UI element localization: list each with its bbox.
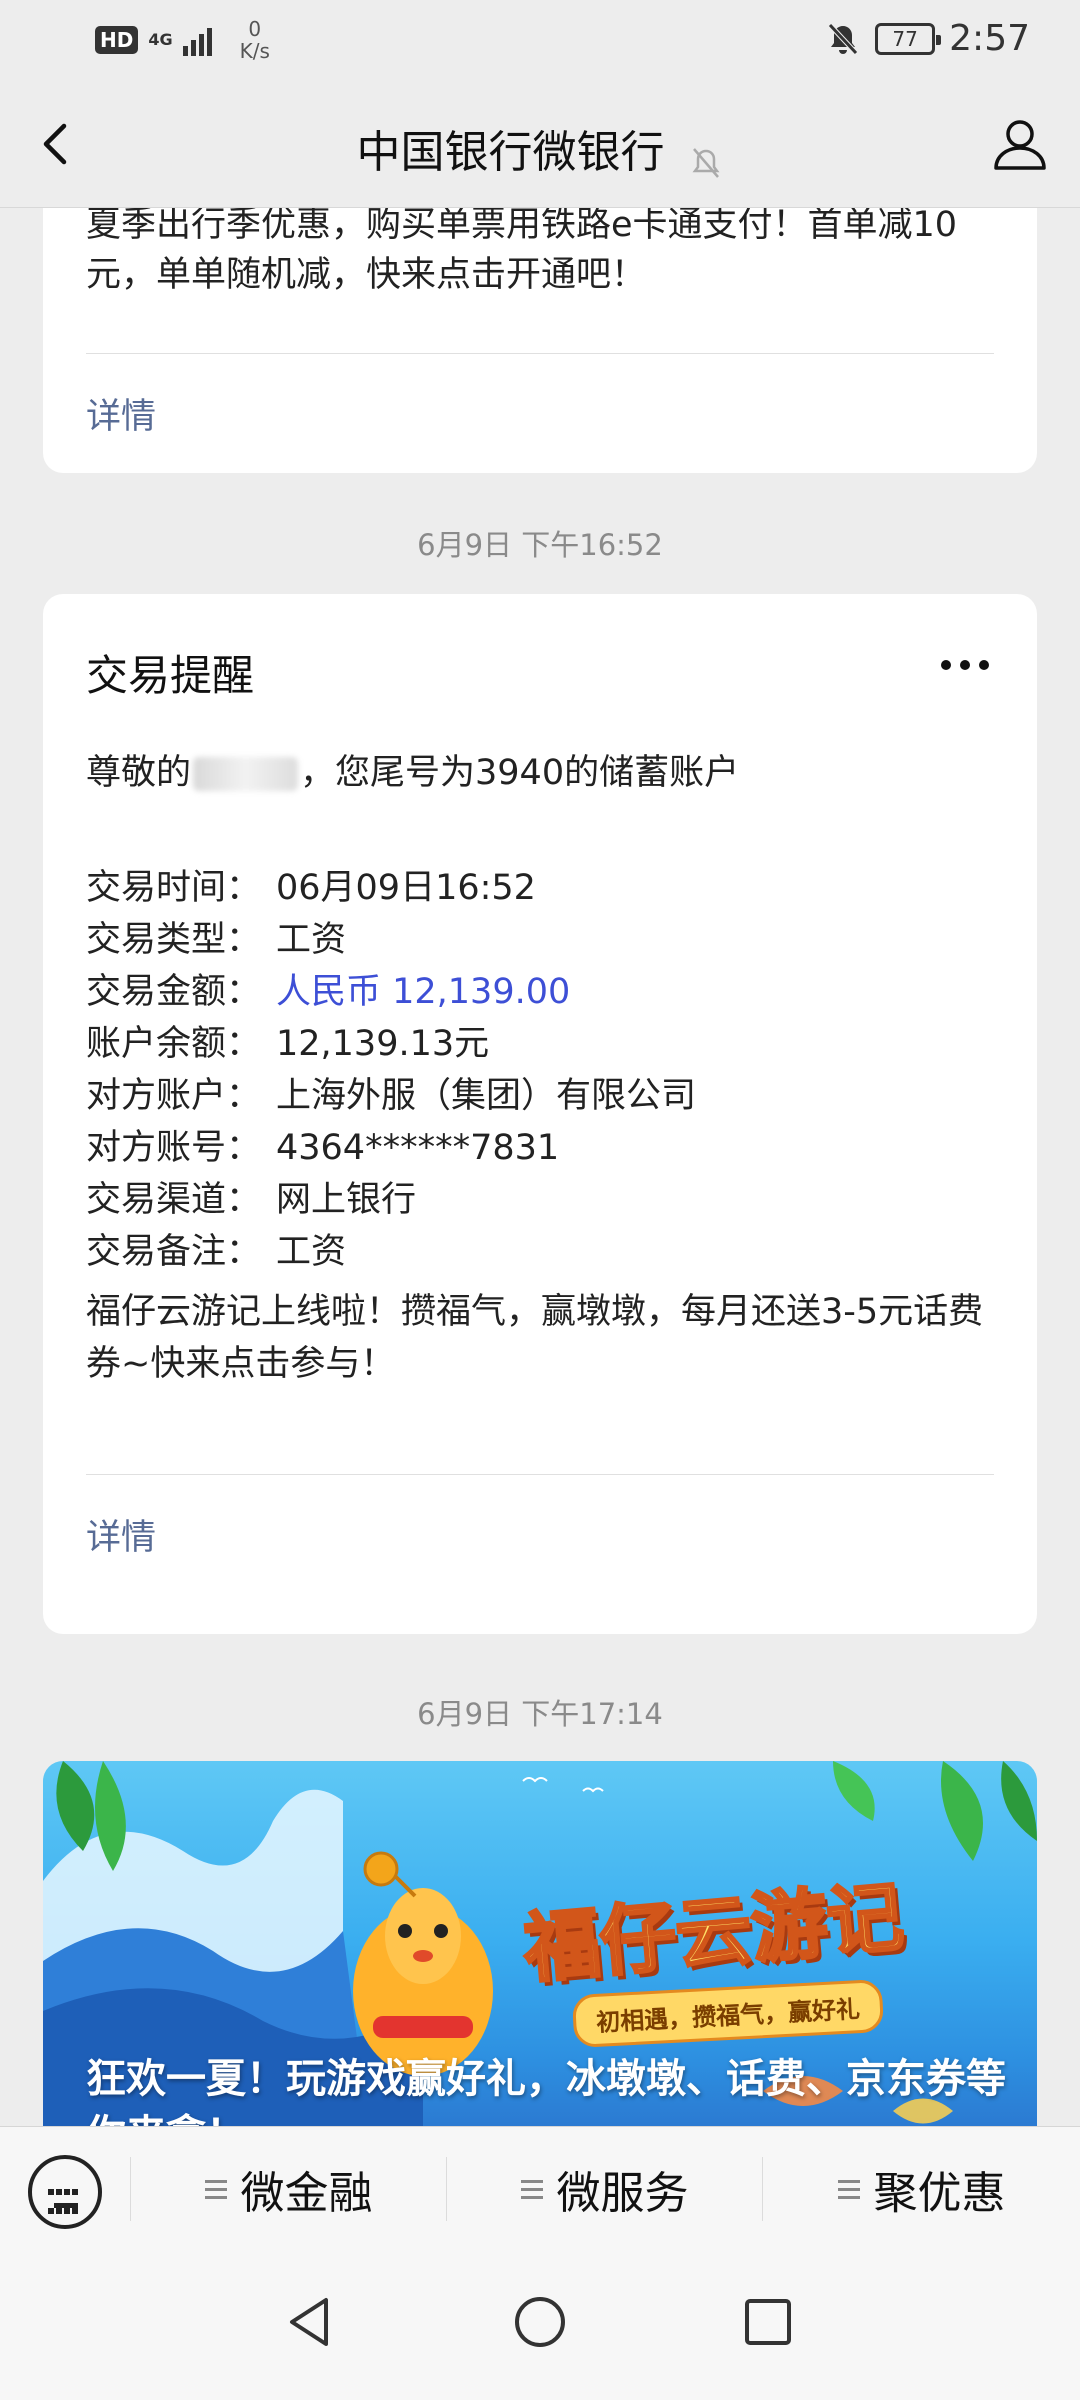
- title-wrap: 中国银行微银行: [0, 116, 1080, 181]
- detail-link[interactable]: 详情: [86, 388, 156, 439]
- message-timestamp: 6月9日 下午17:14: [417, 1697, 663, 1731]
- detail-row-remark: 交易备注： 工资: [86, 1232, 347, 1272]
- mute-notification-icon: [692, 147, 720, 178]
- network-type: 4G: [148, 30, 173, 49]
- top-nav: 中国银行微银行: [0, 80, 1080, 208]
- detail-row-amount: 交易金额： 人民币 12,139.00: [86, 972, 571, 1012]
- menu-list-icon: [837, 2179, 860, 2199]
- triangle-back-icon: [290, 2298, 328, 2346]
- detail-row-type: 交易类型： 工资: [86, 920, 347, 960]
- person-icon: [994, 120, 1046, 170]
- menu-item-service[interactable]: 微服务: [447, 2127, 762, 2251]
- amount-value: 人民币 12,139.00: [276, 972, 571, 1012]
- promo-text: 夏季出行季优惠，购买单票用铁路e卡通支付！首单减10元，单单随机减，快来点击开通…: [86, 208, 958, 295]
- clock: 2:57: [949, 18, 1030, 59]
- redacted-name: [193, 757, 299, 791]
- system-nav-bar: [0, 2250, 1080, 2400]
- campaign-note: 福仔云游记上线啦！攒福气，赢墩墩，每月还送3-5元话费券~快来点击参与！: [86, 1292, 984, 1384]
- detail-row-balance: 账户余额： 12,139.13元: [86, 1024, 490, 1064]
- detail-row-time: 交易时间： 06月09日16:52: [86, 868, 536, 908]
- battery-icon: 77: [875, 22, 942, 55]
- page-title: 中国银行微银行: [356, 127, 665, 178]
- detail-row-channel: 交易渠道： 网上银行: [86, 1180, 417, 1220]
- hd-voice-icon: HD: [95, 26, 139, 54]
- more-options-button[interactable]: [941, 660, 989, 670]
- profile-button[interactable]: [988, 112, 1052, 176]
- transaction-card[interactable]: 交易提醒 尊敬的 ，您尾号为3940的储蓄账户 交易时间： 06月09日16:52 …: [43, 594, 1037, 1634]
- menu-list-icon: [204, 2179, 227, 2199]
- nav-back-button[interactable]: [280, 2292, 340, 2356]
- menu-list-icon: [520, 2179, 543, 2199]
- card-divider: [86, 1474, 994, 1475]
- nav-recents-button[interactable]: [738, 2292, 798, 2356]
- status-left: HD 4G 0 K/s: [95, 18, 270, 62]
- message-list[interactable]: 夏季出行季优惠，购买单票用铁路e卡通支付！首单减10元，单单随机减，快来点击开通…: [0, 208, 1080, 2126]
- message-timestamp: 6月9日 下午16:52: [417, 528, 663, 562]
- menu-item-offers[interactable]: 聚优惠: [763, 2127, 1080, 2251]
- bottom-menu-bar: 微金融 微服务 聚优惠: [0, 2126, 1080, 2250]
- status-bar: HD 4G 0 K/s 77 2:57: [0, 0, 1080, 80]
- status-right: 77 2:57: [825, 18, 1030, 59]
- keyboard-toggle-button[interactable]: [28, 2155, 102, 2229]
- card-title: 交易提醒: [86, 651, 255, 700]
- detail-link[interactable]: 详情: [86, 1509, 156, 1560]
- signal-icon: [182, 24, 212, 56]
- detail-row-counterparty-account: 对方账号： 4364******7831: [86, 1128, 560, 1168]
- keyboard-icon: [47, 2181, 83, 2219]
- greeting-text: 尊敬的 ，您尾号为3940的储蓄账户: [86, 753, 740, 793]
- detail-row-counterparty: 对方账户： 上海外服（集团）有限公司: [86, 1076, 697, 1116]
- network-speed: 0 K/s: [239, 17, 270, 63]
- transaction-details: 交易时间： 06月09日16:52 交易类型： 工资 交易金额： 人民币 12,139…: [86, 862, 696, 1278]
- bell-off-icon: [828, 22, 858, 55]
- circle-home-icon: [515, 2297, 565, 2347]
- nav-home-button[interactable]: [510, 2292, 570, 2356]
- message-card-promo[interactable]: 夏季出行季优惠，购买单票用铁路e卡通支付！首单减10元，单单随机减，快来点击开通…: [43, 208, 1037, 473]
- square-recents-icon: [745, 2299, 791, 2345]
- promo-banner[interactable]: 福仔云游记 初相遇，攒福气，赢好礼 狂欢一夏！玩游戏赢好礼，冰墩墩、话费、京东券…: [43, 1761, 1037, 2126]
- card-divider: [86, 353, 994, 354]
- menu-item-finance[interactable]: 微金融: [131, 2127, 446, 2251]
- banner-caption: 狂欢一夏！玩游戏赢好礼，冰墩墩、话费、京东券等你来拿！: [86, 2056, 1006, 2126]
